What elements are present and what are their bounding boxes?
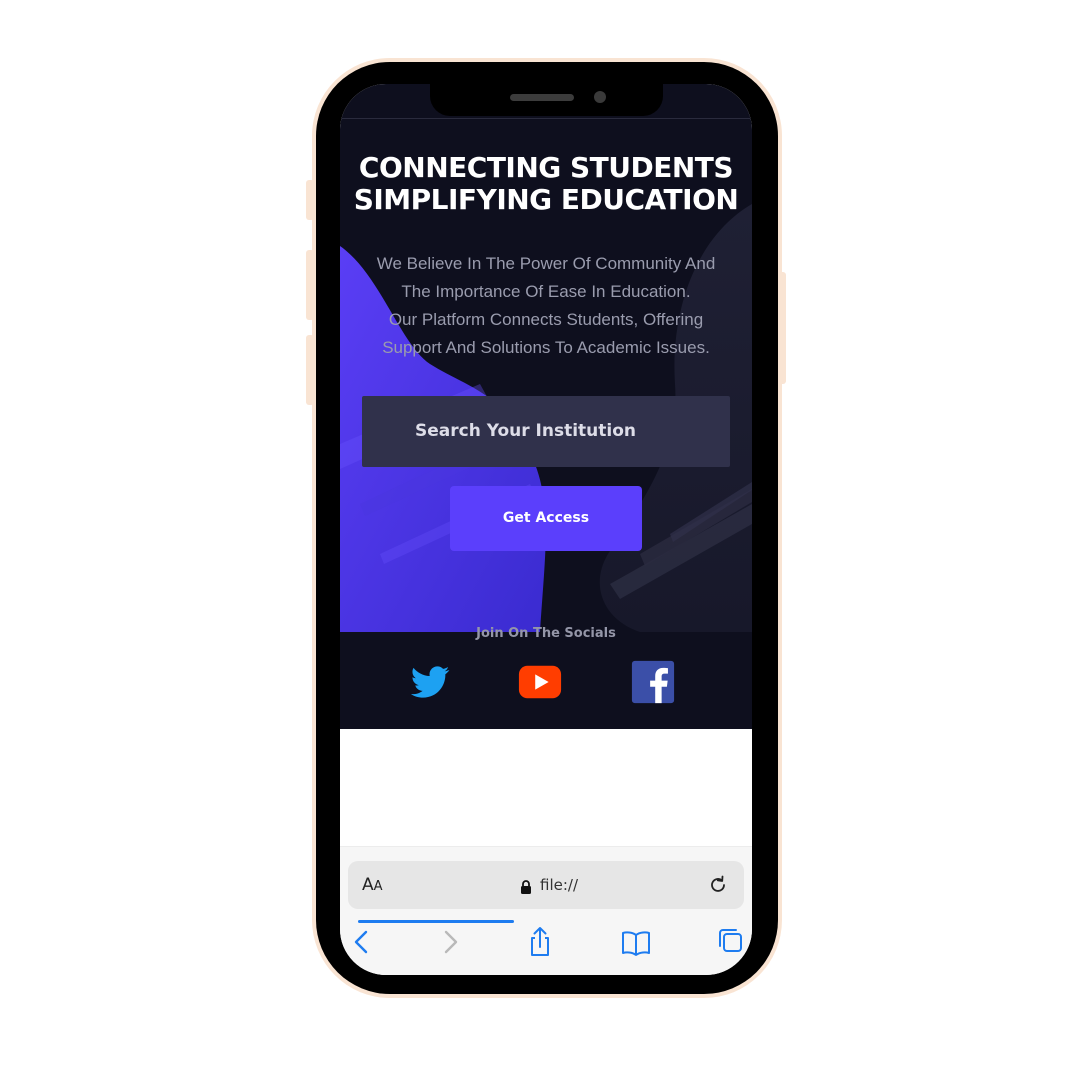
- speaker-grille: [510, 94, 574, 101]
- page-load-progress: [358, 920, 514, 923]
- description-line: Support And Solutions To Academic Issues…: [382, 338, 710, 357]
- get-access-button[interactable]: Get Access: [450, 486, 642, 551]
- headline-line-2: SIMPLIFYING EDUCATION: [353, 183, 739, 216]
- youtube-icon[interactable]: [517, 659, 563, 705]
- share-icon[interactable]: [526, 925, 554, 959]
- headline-line-1: CONNECTING STUDENTS: [358, 151, 734, 184]
- browser-toolbar: AA file://: [340, 846, 752, 975]
- power-button: [778, 272, 786, 384]
- search-placeholder: Search Your Institution: [415, 421, 637, 441]
- text-size-label-large: A: [362, 875, 374, 895]
- reload-icon[interactable]: [707, 874, 729, 896]
- mute-switch: [306, 180, 314, 220]
- volume-up-button: [306, 250, 314, 320]
- front-camera: [594, 91, 606, 103]
- description-line: We Believe In The Power Of Community And: [376, 254, 716, 273]
- twitter-icon[interactable]: [407, 659, 453, 705]
- address-bar[interactable]: AA file://: [348, 861, 744, 923]
- phone-notch: [430, 84, 663, 116]
- lock-icon: [521, 880, 531, 894]
- hero-section: CONNECTING STUDENTS SIMPLIFYING EDUCATIO…: [340, 84, 752, 729]
- facebook-icon[interactable]: [630, 659, 676, 705]
- institution-search-field[interactable]: Search Your Institution: [362, 396, 730, 467]
- back-icon[interactable]: [348, 925, 376, 959]
- volume-down-button: [306, 335, 314, 405]
- hero-headline: CONNECTING STUDENTS SIMPLIFYING EDUCATIO…: [340, 152, 752, 216]
- url-text: file://: [540, 876, 579, 894]
- hero-description: We Believe In The Power Of Community And…: [344, 250, 748, 362]
- description-line: Our Platform Connects Students, Offering: [388, 310, 704, 329]
- text-size-button[interactable]: AA: [362, 875, 383, 897]
- bookmarks-icon[interactable]: [620, 925, 652, 959]
- header-divider: [340, 118, 752, 119]
- text-size-label-small: A: [373, 879, 383, 894]
- description-line: The Importance Of Ease In Education.: [401, 282, 691, 301]
- phone-screen: CONNECTING STUDENTS SIMPLIFYING EDUCATIO…: [340, 84, 752, 975]
- tabs-icon[interactable]: [716, 925, 746, 959]
- forward-icon[interactable]: [436, 925, 464, 959]
- socials-heading: Join On The Socials: [476, 626, 616, 641]
